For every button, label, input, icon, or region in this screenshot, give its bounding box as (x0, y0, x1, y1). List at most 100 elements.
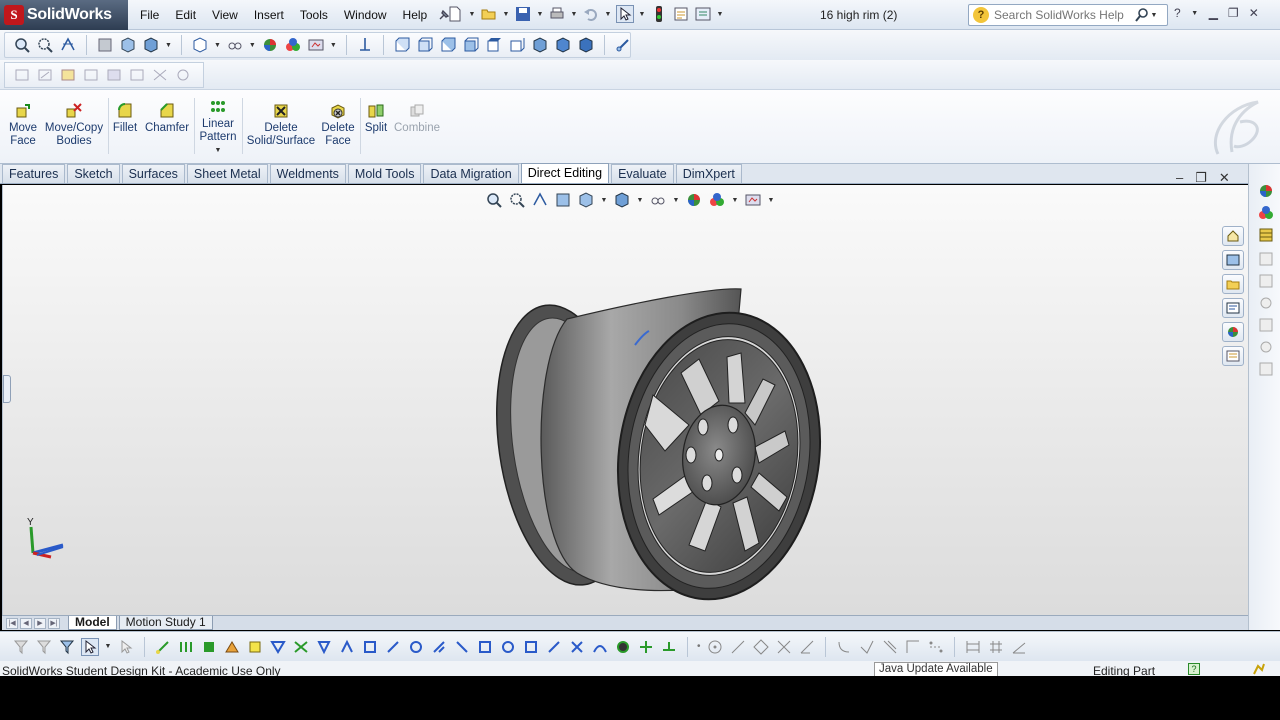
help-dropdown-icon[interactable]: ▼ (1191, 10, 1199, 17)
mirror-icon[interactable] (545, 638, 563, 656)
lofted-boss-icon[interactable] (223, 638, 241, 656)
menu-tools[interactable]: Tools (292, 8, 336, 22)
select-dropdown-icon[interactable]: ▼ (638, 11, 646, 18)
options-dropdown-icon[interactable]: ▼ (716, 11, 724, 18)
view-orientation-icon[interactable] (119, 36, 137, 54)
tab-mold-tools[interactable]: Mold Tools (347, 164, 422, 183)
hide-show-items-icon[interactable] (649, 191, 667, 209)
filter-edges-icon[interactable] (58, 638, 76, 656)
shell-icon[interactable] (476, 638, 494, 656)
wrap-icon[interactable] (499, 638, 517, 656)
prev-tab-icon[interactable]: ◀ (20, 617, 32, 629)
previous-view-icon[interactable] (531, 191, 549, 209)
hide-show-items-icon[interactable] (191, 36, 209, 54)
rebuild-status-icon[interactable] (1252, 662, 1266, 676)
close-icon[interactable]: ✕ (1249, 6, 1259, 20)
smart-dimension-icon[interactable] (637, 638, 655, 656)
new-document-icon[interactable] (446, 5, 464, 23)
quick-tips-icon[interactable]: ? (1188, 663, 1200, 675)
link-views-icon[interactable] (614, 36, 632, 54)
dimetric-view-icon[interactable] (577, 36, 595, 54)
linear-pattern-tool-icon[interactable] (407, 638, 425, 656)
display-style-icon[interactable] (613, 191, 631, 209)
trimetric-view-icon[interactable] (554, 36, 572, 54)
fillet-tool-icon[interactable] (384, 638, 402, 656)
move-face-button[interactable]: Move Face (6, 102, 40, 148)
model-tab[interactable]: Model (68, 616, 117, 630)
tab-direct-editing[interactable]: Direct Editing (520, 163, 610, 183)
split-button[interactable]: Split (364, 102, 388, 135)
custom-properties-tab[interactable] (1222, 346, 1244, 366)
graphics-area[interactable]: ▼ ▼ ▼ ▼ ▼ Y (2, 185, 1248, 615)
tab-evaluate[interactable]: Evaluate (611, 164, 674, 183)
edit-appearance-icon[interactable] (261, 36, 279, 54)
print-dropdown-icon[interactable]: ▼ (570, 11, 578, 18)
first-tab-icon[interactable]: |◀ (6, 617, 18, 629)
zoom-to-fit-icon[interactable] (485, 191, 503, 209)
help-search-box[interactable]: ? ▼ (968, 4, 1168, 26)
last-tab-icon[interactable]: ▶| (48, 617, 60, 629)
select-other-icon[interactable] (117, 638, 135, 656)
draft-icon[interactable] (453, 638, 471, 656)
solidworks-resources-tab[interactable] (1222, 226, 1244, 246)
zoom-area-icon[interactable] (36, 36, 54, 54)
construction-geometry-icon[interactable] (927, 638, 945, 656)
delete-face-button[interactable]: Delete Face (320, 102, 356, 148)
tab-features[interactable]: Features (2, 164, 66, 183)
solidworks-logo[interactable]: S SolidWorks (0, 0, 128, 30)
sketch-disabled-icon-6[interactable] (151, 66, 169, 84)
doc-minimize-icon[interactable]: – (1176, 170, 1183, 186)
right-view-icon[interactable] (462, 36, 480, 54)
pane-tab-icon-6[interactable] (1257, 294, 1275, 312)
file-properties-icon[interactable] (672, 5, 690, 23)
pane-tab-icon-5[interactable] (1257, 272, 1275, 290)
select-tool-icon[interactable] (81, 637, 99, 656)
search-input[interactable] (994, 8, 1132, 22)
search-icon[interactable] (1134, 7, 1150, 23)
isometric-view-icon[interactable] (531, 36, 549, 54)
restore-icon[interactable]: ❐ (1228, 6, 1239, 20)
corner-rectangle-icon[interactable] (904, 638, 922, 656)
tab-surfaces[interactable]: Surfaces (121, 164, 185, 183)
pane-tab-icon-8[interactable] (1257, 338, 1275, 356)
view-settings-dropdown-icon[interactable]: ▼ (330, 42, 337, 49)
instant3d-icon[interactable] (614, 638, 632, 656)
polygon-icon[interactable] (752, 638, 770, 656)
glasses-view-icon[interactable] (226, 36, 244, 54)
view-settings-icon[interactable] (744, 191, 762, 209)
left-view-icon[interactable] (439, 36, 457, 54)
doc-close-icon[interactable]: ✕ (1219, 170, 1230, 186)
view-settings-dropdown-icon[interactable]: ▼ (767, 197, 775, 204)
grid-icon[interactable] (987, 638, 1005, 656)
feature-manager-toggle[interactable] (3, 375, 11, 403)
section-view-icon[interactable] (96, 36, 114, 54)
combine-button[interactable]: Combine (394, 102, 440, 135)
file-explorer-tab[interactable] (1222, 274, 1244, 294)
edit-appearance-icon[interactable] (685, 191, 703, 209)
tab-sheet-metal[interactable]: Sheet Metal (186, 164, 268, 183)
wheel-rim-model[interactable] (493, 275, 833, 605)
fillet-button[interactable]: Fillet (112, 102, 138, 135)
convert-entities-icon[interactable] (858, 638, 876, 656)
open-dropdown-icon[interactable]: ▼ (502, 11, 510, 18)
display-style-icon[interactable] (142, 36, 160, 54)
undo-icon[interactable] (582, 5, 600, 23)
design-library-tab[interactable] (1222, 250, 1244, 270)
search-dropdown-icon[interactable]: ▼ (1150, 12, 1158, 19)
help-icon[interactable]: ? (1174, 6, 1181, 20)
doc-restore-icon[interactable]: ❐ (1195, 170, 1207, 186)
lofted-cut-icon[interactable] (338, 638, 356, 656)
menu-file[interactable]: File (132, 8, 167, 22)
boundary-cut-icon[interactable] (361, 638, 379, 656)
dome-icon[interactable] (522, 638, 540, 656)
back-view-icon[interactable] (416, 36, 434, 54)
sketch-disabled-icon-3[interactable] (82, 66, 100, 84)
normal-to-icon[interactable] (356, 36, 374, 54)
pane-tab-icon-7[interactable] (1257, 316, 1275, 334)
view-settings-icon[interactable] (307, 36, 325, 54)
sketch-disabled-icon-5[interactable] (128, 66, 146, 84)
offset-icon[interactable] (835, 638, 853, 656)
extruded-cut-icon[interactable] (269, 638, 287, 656)
filter-faces-icon[interactable] (35, 638, 53, 656)
design-library-tab-icon[interactable] (1257, 226, 1275, 244)
